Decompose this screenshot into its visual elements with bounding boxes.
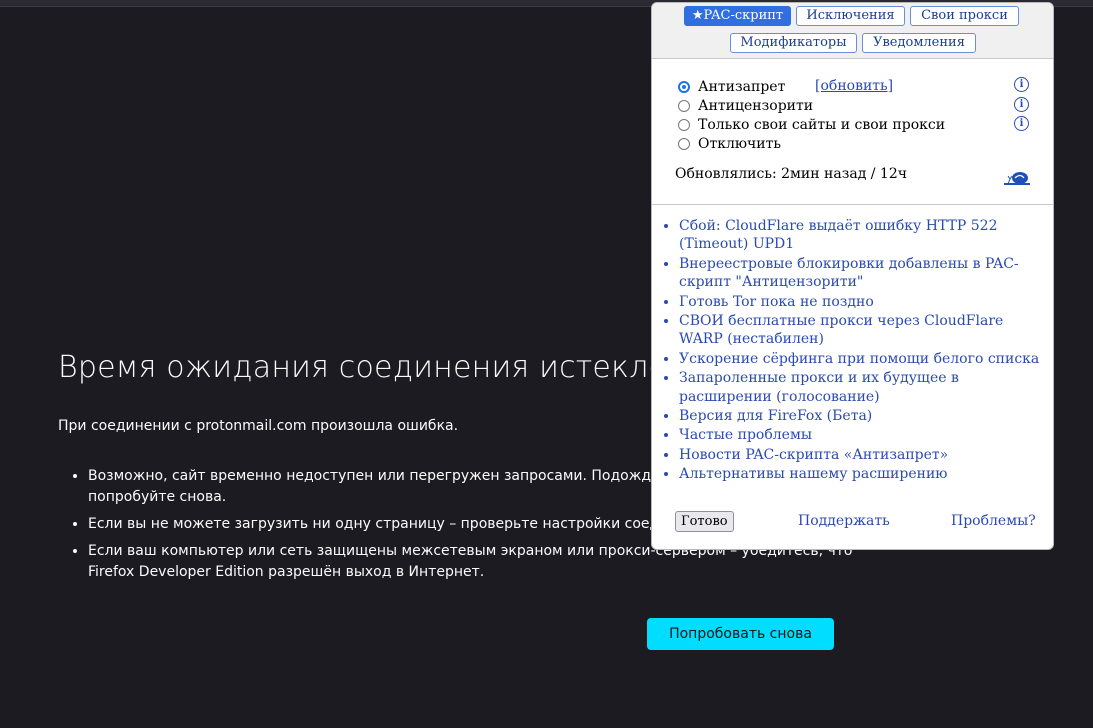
mode-option-anticensority[interactable]: Антицензорити: [678, 98, 813, 117]
news-link[interactable]: Версия для FireFox (Бета): [679, 408, 872, 424]
extension-popup: ★PAC-скрипт Исключения Свои прокси Модиф…: [651, 2, 1054, 550]
mode-option-disable[interactable]: Отключить: [678, 136, 781, 155]
news-item: СВОИ бесплатные прокси через CloudFlare …: [679, 312, 1049, 349]
news-link[interactable]: Запароленные прокси и их будущее в расши…: [679, 370, 959, 404]
info-icon[interactable]: i: [1014, 77, 1029, 92]
mode-label: Антицензорити: [698, 98, 814, 114]
radio-unchecked-icon[interactable]: [678, 119, 690, 131]
news-item: Версия для FireFox (Бета): [679, 407, 1049, 425]
popup-tab-bar: ★PAC-скрипт Исключения Свои прокси Модиф…: [652, 3, 1053, 59]
mode-label: Антизапрет: [698, 79, 786, 95]
error-title: Время ожидания соединения истекло: [58, 350, 668, 385]
news-item: Ускорение сёрфинга при помощи белого спи…: [679, 350, 1049, 368]
info-icon[interactable]: i: [1014, 97, 1029, 112]
news-item: Запароленные прокси и их будущее в расши…: [679, 369, 1049, 406]
news-link[interactable]: Частые проблемы: [679, 427, 812, 443]
news-list: Сбой: CloudFlare выдаёт ошибку HTTP 522 …: [665, 217, 1049, 485]
mode-option-antizapret[interactable]: Антизапрет: [678, 79, 785, 98]
news-item: Новости PAC-скрипта «Антизапрет»: [679, 446, 1049, 464]
snail-icon: [1004, 172, 1030, 185]
radio-unchecked-icon[interactable]: [678, 138, 690, 150]
news-link[interactable]: Ускорение сёрфинга при помощи белого спи…: [679, 351, 1039, 367]
news-link[interactable]: Альтернативы нашему расширению: [679, 466, 948, 482]
tab-modifiers[interactable]: Модификаторы: [730, 33, 857, 53]
info-icon[interactable]: i: [1014, 116, 1029, 131]
mode-option-own-sites[interactable]: Только свои сайты и свои прокси: [678, 117, 945, 136]
news-item: Альтернативы нашему расширению: [679, 465, 1049, 483]
mode-label: Только свои сайты и свои прокси: [698, 117, 946, 133]
problems-link[interactable]: Проблемы?: [951, 513, 1036, 529]
last-updated-status: Обновлялись: 2мин назад / 12ч: [675, 166, 908, 182]
news-link[interactable]: Новости PAC-скрипта «Антизапрет»: [679, 447, 948, 463]
tab-exceptions[interactable]: Исключения: [796, 6, 905, 26]
news-link[interactable]: Сбой: CloudFlare выдаёт ошибку HTTP 522 …: [679, 218, 997, 252]
tab-notifications[interactable]: Уведомления: [862, 33, 976, 53]
radio-unchecked-icon[interactable]: [678, 100, 690, 112]
news-link[interactable]: Готовь Tor пока не поздно: [679, 294, 874, 310]
section-divider: [652, 204, 1053, 205]
news-item: Частые проблемы: [679, 426, 1049, 444]
news-item: Внереестровые блокировки добавлены в PAC…: [679, 255, 1049, 292]
news-link[interactable]: СВОИ бесплатные прокси через CloudFlare …: [679, 313, 1003, 347]
try-again-button[interactable]: Попробовать снова: [647, 618, 834, 650]
news-item: Готовь Tor пока не поздно: [679, 293, 1049, 311]
tab-own-proxies[interactable]: Свои прокси: [910, 6, 1019, 26]
radio-checked-icon[interactable]: [678, 81, 690, 93]
tab-pac-script[interactable]: ★PAC-скрипт: [684, 6, 791, 26]
news-item: Сбой: CloudFlare выдаёт ошибку HTTP 522 …: [679, 217, 1049, 254]
done-button[interactable]: Готово: [675, 511, 734, 532]
error-description: При соединении с protonmail.com произошл…: [58, 418, 459, 434]
support-link[interactable]: Поддержать: [798, 513, 890, 529]
mode-label: Отключить: [698, 136, 782, 152]
update-link[interactable]: [обновить]: [815, 78, 893, 94]
news-link[interactable]: Внереестровые блокировки добавлены в PAC…: [679, 256, 1019, 290]
